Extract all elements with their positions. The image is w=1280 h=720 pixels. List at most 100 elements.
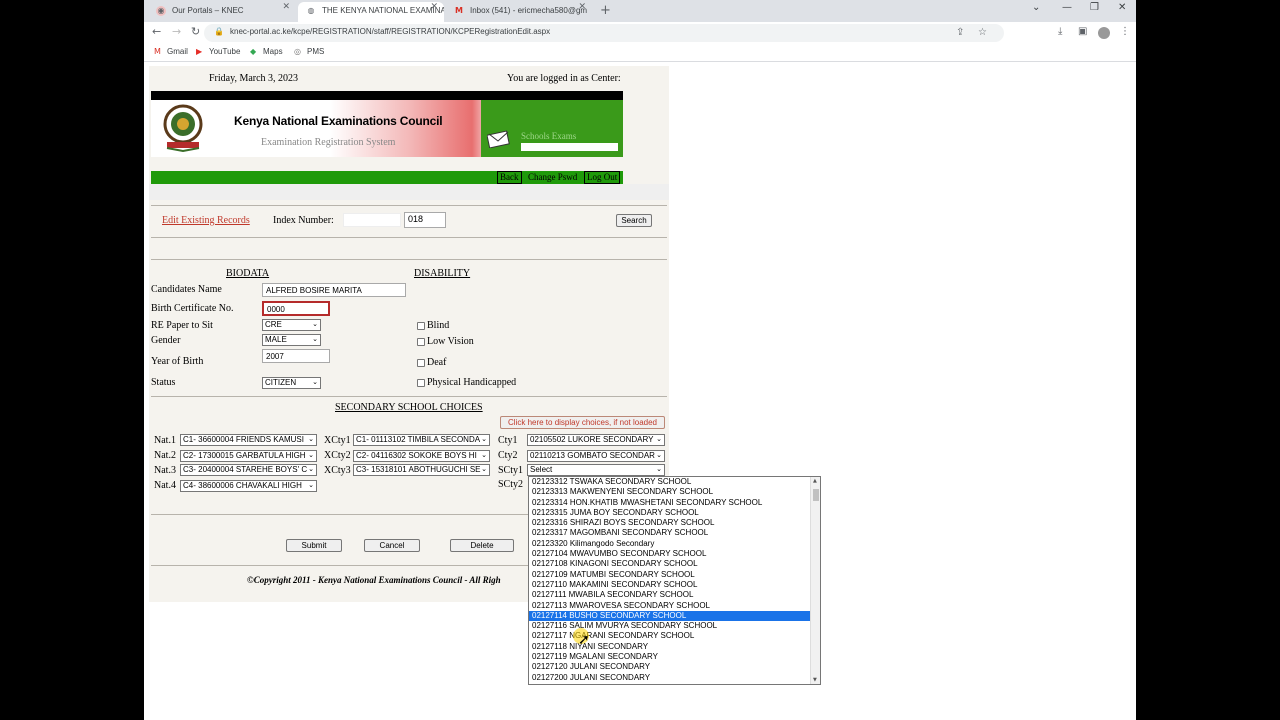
youtube-icon: ▶ [196,47,203,56]
xcty1-select[interactable]: C1- 01113102 TIMBILA SECONDA ⌄ [353,434,490,446]
download-icon[interactable]: ⤓ [1058,26,1062,37]
new-tab-icon[interactable]: + [600,3,611,18]
dropdown-scrollbar[interactable]: ▲ ▼ [810,477,820,684]
physical-handicapped-checkbox[interactable] [417,379,425,387]
scty1-select[interactable]: Select ⌄ [527,464,665,476]
bookmark-maps[interactable]: ◆ Maps [250,47,283,56]
sidebar-icon[interactable]: ▣ [1078,26,1087,37]
dropdown-option[interactable]: 02127200 JULANI SECONDARY [529,673,810,683]
dropdown-option[interactable]: 02127120 JULANI SECONDARY [529,662,810,672]
schools-exams-label: Schools Exams [521,131,577,141]
scty1-dropdown-list[interactable]: 02123312 TSWAKA SECONDARY SCHOOL 02123313… [528,476,821,685]
green-menu-bar: Back Change Pswd Log Out [151,171,623,184]
dropdown-options: 02123312 TSWAKA SECONDARY SCHOOL 02123313… [529,477,820,683]
dropdown-option[interactable]: 02127109 MATUMBI SECONDARY SCHOOL [529,570,810,580]
chevron-down-icon: ⌄ [312,320,318,328]
low-vision-checkbox[interactable] [417,338,425,346]
year-of-birth-field[interactable]: 2007 [262,349,330,363]
minimize-icon[interactable]: — [1062,2,1072,13]
knec-favicon-icon: ◉ [156,6,166,16]
deaf-checkbox[interactable] [417,359,425,367]
search-button[interactable]: Search [616,214,652,227]
deaf-label: Deaf [427,357,447,368]
tab-our-portals[interactable]: ◉ Our Portals – KNEC ✕ [148,2,296,22]
gender-select[interactable]: MALE ⌄ [262,334,321,346]
close-tab-icon[interactable]: ✕ [430,2,438,12]
re-paper-select[interactable]: CRE ⌄ [262,319,321,331]
back-button[interactable]: Back [497,171,522,184]
dropdown-option[interactable]: 02123317 MAGOMBANI SECONDARY SCHOOL [529,528,810,538]
dropdown-option[interactable]: 02127117 NGARANI SECONDARY SCHOOL [529,631,810,641]
xcty3-select[interactable]: C3- 15318101 ABOTHUGUCHI SE ⌄ [353,464,490,476]
lock-icon[interactable]: 🔒 [214,27,224,36]
menu-kebab-icon[interactable]: ⋮ [1120,26,1130,37]
dropdown-option[interactable]: 02127108 KINAGONI SECONDARY SCHOOL [529,559,810,569]
status-select[interactable]: CITIZEN ⌄ [262,377,321,389]
chevron-down-icon: ⌄ [656,435,662,443]
xcty2-label: XCty2 [324,450,351,461]
restore-icon[interactable]: ❐ [1090,2,1099,13]
dropdown-option[interactable]: 02127113 MWAROVESA SECONDARY SCHOOL [529,601,810,611]
dropdown-option[interactable]: 02123316 SHIRAZI BOYS SECONDARY SCHOOL [529,518,810,528]
address-bar: ← → ↻ 🔒 knec-portal.ac.ke/kcpe/REGISTRAT… [144,22,1136,44]
bookmark-star-icon[interactable]: ☆ [978,27,987,38]
dropdown-option[interactable]: 02127116 SALIM MVURYA SECONDARY SCHOOL [529,621,810,631]
chevron-down-icon: ⌄ [656,465,662,473]
index-prefix-field[interactable] [343,213,401,227]
dropdown-option[interactable]: 02127118 NIYANI SECONDARY [529,642,810,652]
back-arrow-icon[interactable]: ← [152,25,161,38]
nat2-select[interactable]: C2- 17300015 GARBATULA HIGH ⌄ [180,450,317,462]
candidate-name-field[interactable]: ALFRED BOSIRE MARITA [262,283,406,297]
dropdown-option[interactable]: 02123312 TSWAKA SECONDARY SCHOOL [529,477,810,487]
close-tab-icon[interactable]: ✕ [282,2,290,12]
reload-icon[interactable]: ↻ [191,25,200,38]
xcty1-label: XCty1 [324,435,351,446]
change-password-button[interactable]: Change Pswd [525,171,581,184]
index-number-label: Index Number: [273,215,334,226]
dropdown-option[interactable]: 02123315 JUMA BOY SECONDARY SCHOOL [529,508,810,518]
forward-arrow-icon[interactable]: → [172,25,181,38]
schools-exams-bar [521,143,618,151]
gender-label: Gender [151,335,181,346]
bookmark-youtube[interactable]: ▶ YouTube [196,47,240,56]
logout-button[interactable]: Log Out [584,171,621,184]
dropdown-option[interactable]: 02127111 MWABILA SECONDARY SCHOOL [529,590,810,600]
dropdown-option[interactable]: 02123313 MAKWENYENI SECONDARY SCHOOL [529,487,810,497]
bookmark-pms[interactable]: ◎ PMS [294,47,324,56]
close-tab-icon[interactable]: ✕ [578,2,586,12]
tab-search-chevron-icon[interactable]: ⌄ [1032,2,1040,13]
delete-button[interactable]: Delete [450,539,514,552]
birth-certificate-label: Birth Certificate No. [151,303,234,314]
dropdown-option[interactable]: 02127110 MAKAMINI SECONDARY SCHOOL [529,580,810,590]
nat1-select[interactable]: C1- 36600004 FRIENDS KAMUSI ⌄ [180,434,317,446]
cty1-select[interactable]: 02105502 LUKORE SECONDARY ⌄ [527,434,665,446]
nat3-select[interactable]: C3- 20400004 STAREHE BOYS' C ⌄ [180,464,317,476]
dropdown-option[interactable]: 02127119 MGALANI SECONDARY [529,652,810,662]
divider [151,237,667,238]
dropdown-option[interactable]: 02123314 HON.KHATIB MWASHETANI SECONDARY… [529,498,810,508]
cty2-select[interactable]: 02110213 GOMBATO SECONDAR ⌄ [527,450,665,462]
index-number-field[interactable]: 018 [404,212,446,228]
blind-checkbox[interactable] [417,322,425,330]
dropdown-option[interactable]: 02127114 BUSHO SECONDARY SCHOOL [529,610,810,622]
birth-certificate-field[interactable]: 0000 [262,301,330,316]
profile-avatar[interactable] [1098,27,1110,39]
url-field[interactable]: 🔒 knec-portal.ac.ke/kcpe/REGISTRATION/st… [204,24,1004,42]
scroll-up-icon[interactable]: ▲ [813,478,817,484]
nat4-select[interactable]: C4- 38600006 CHAVAKALI HIGH ⌄ [180,480,317,492]
gmail-icon: M [455,6,463,15]
dropdown-option[interactable]: 02127104 MWAVUMBO SECONDARY SCHOOL [529,549,810,559]
scroll-thumb[interactable] [813,489,819,501]
tab-knec-active[interactable]: ◍ THE KENYA NATIONAL EXAMINATI ✕ [298,2,444,22]
share-icon[interactable]: ⇪ [956,27,964,38]
edit-existing-records-link[interactable]: Edit Existing Records [162,215,250,226]
tab-gmail[interactable]: M Inbox (541) - ericmecha580@gm ✕ [446,2,592,22]
xcty2-select[interactable]: C2- 04116302 SOKOKE BOYS HI ⌄ [353,450,490,462]
scroll-down-icon[interactable]: ▼ [813,677,817,683]
dropdown-option[interactable]: 02123320 Kilimangodo Secondary [529,539,810,549]
display-choices-button[interactable]: Click here to display choices, if not lo… [500,416,665,429]
submit-button[interactable]: Submit [286,539,342,552]
close-window-icon[interactable]: ✕ [1118,2,1126,13]
cancel-button[interactable]: Cancel [364,539,420,552]
bookmark-gmail[interactable]: M Gmail [154,47,188,56]
